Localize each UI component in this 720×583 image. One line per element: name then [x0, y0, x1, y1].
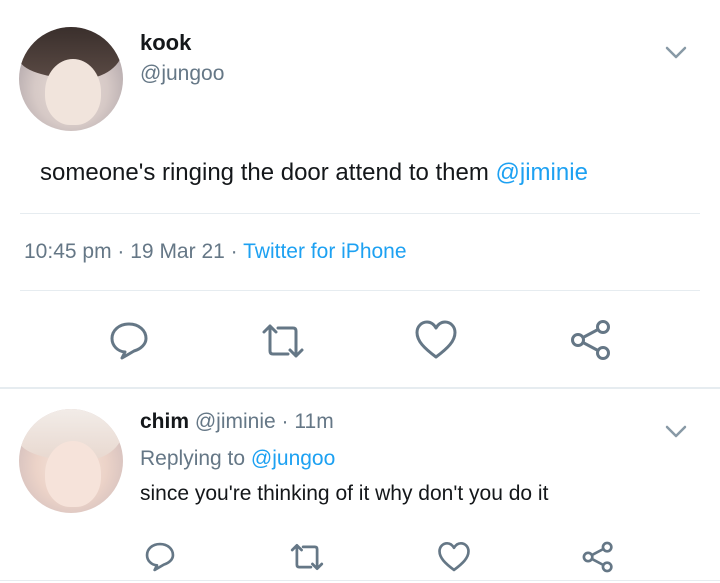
reply-age: 11m — [294, 410, 334, 433]
retweet-icon[interactable] — [289, 543, 325, 571]
reply-text: since you're thinking of it why don't yo… — [140, 482, 549, 505]
heart-icon[interactable] — [414, 319, 458, 361]
retweet-icon[interactable] — [260, 323, 306, 359]
tweet-time: 10:45 pm — [24, 240, 112, 263]
tweet-meta: 10:45 pm · 19 Mar 21 · Twitter for iPhon… — [24, 240, 407, 264]
tweet-text: someone's ringing the door attend to the… — [40, 159, 588, 187]
reply-author-avatar[interactable] — [19, 409, 123, 513]
chevron-down-icon[interactable] — [665, 46, 687, 60]
author-display-name[interactable]: kook — [140, 30, 191, 56]
replying-to-label: Replying to — [140, 447, 251, 470]
tweet-separator — [0, 387, 720, 389]
divider — [20, 290, 700, 291]
author-handle[interactable]: @jungoo — [140, 62, 224, 86]
reply-display-name[interactable]: chim — [140, 410, 189, 433]
divider — [20, 213, 700, 214]
replying-to: Replying to @jungoo — [140, 447, 335, 471]
tweet-date: 19 Mar 21 — [130, 240, 225, 263]
share-icon[interactable] — [569, 319, 613, 361]
replying-to-handle[interactable]: @jungoo — [251, 447, 335, 470]
reply-icon[interactable] — [108, 321, 150, 361]
meta-separator: · — [117, 240, 125, 263]
share-icon[interactable] — [581, 541, 615, 573]
tweet-mention-link[interactable]: @jiminie — [496, 159, 588, 186]
reply-header: chim @jiminie · 11m — [140, 410, 334, 434]
divider — [0, 580, 720, 581]
reply-handle[interactable]: @jiminie — [195, 410, 276, 433]
chevron-down-icon[interactable] — [665, 425, 687, 439]
tweet-source-link[interactable]: Twitter for iPhone — [243, 240, 406, 263]
heart-icon[interactable] — [437, 541, 471, 573]
reply-icon[interactable] — [144, 541, 176, 573]
reply-separator: · — [281, 410, 289, 433]
meta-separator: · — [230, 240, 238, 263]
tweet-text-body: someone's ringing the door attend to the… — [40, 159, 496, 186]
author-avatar[interactable] — [19, 27, 123, 131]
